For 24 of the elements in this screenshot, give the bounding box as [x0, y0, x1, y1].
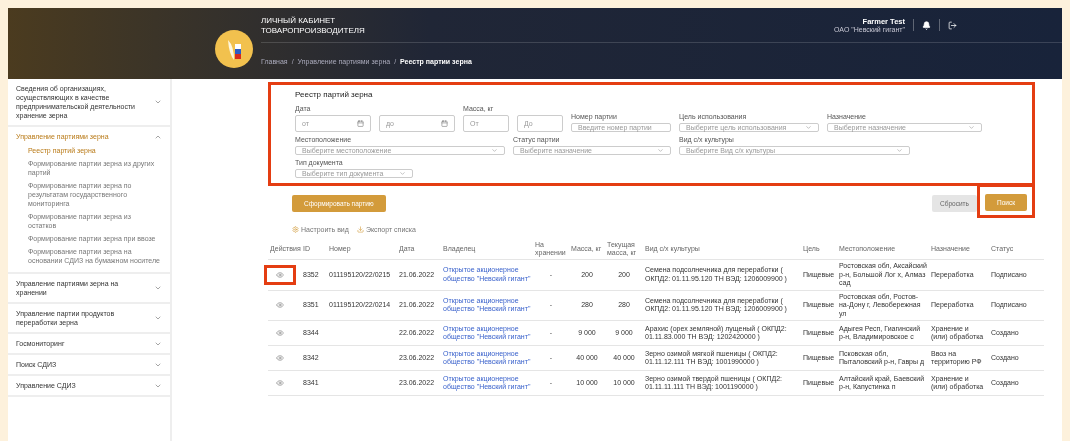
chevron-down-icon[interactable]	[154, 98, 162, 106]
chevron-down-icon	[968, 124, 975, 131]
chevron-down-icon	[805, 124, 812, 131]
eye-icon	[276, 354, 284, 362]
eye-icon	[276, 270, 284, 279]
download-icon	[356, 226, 364, 233]
chevron-down-icon[interactable]	[154, 314, 162, 322]
calendar-icon	[357, 120, 364, 127]
eye-icon	[276, 329, 284, 337]
cabinet-title: ЛИЧНЫЙ КАБИНЕТ ТОВАРОПРОИЗВОДИТЕЛЯ	[261, 15, 365, 36]
chevron-down-icon	[399, 170, 406, 177]
calendar-icon	[441, 120, 448, 127]
view-button[interactable]	[264, 264, 296, 285]
chevron-down-icon	[657, 147, 664, 154]
eye-icon	[276, 301, 284, 310]
panel-title: Реестр партий зерна	[295, 90, 374, 99]
bell-icon[interactable]	[922, 20, 931, 30]
chevron-down-icon[interactable]	[154, 284, 162, 292]
eye-icon	[276, 379, 284, 387]
chevron-down-icon	[491, 147, 498, 154]
chevron-down-icon	[896, 147, 903, 154]
gear-icon	[292, 226, 299, 233]
logout-icon[interactable]	[948, 20, 957, 30]
logo-icon	[215, 30, 253, 68]
